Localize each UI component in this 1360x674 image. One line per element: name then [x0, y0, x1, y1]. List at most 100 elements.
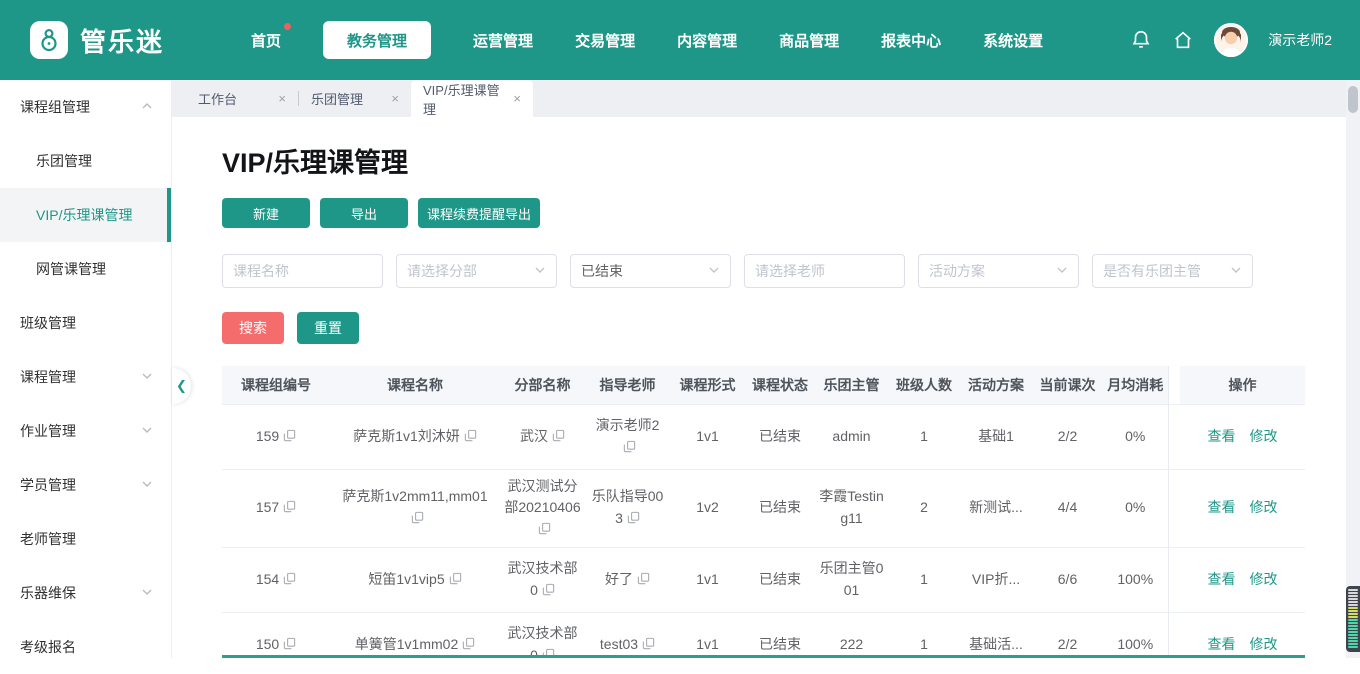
copy-icon[interactable]: [462, 637, 475, 650]
filter-select[interactable]: 已结束: [570, 254, 731, 288]
vertical-scrollbar-track[interactable]: [1346, 80, 1360, 658]
search-row: 搜索 重置: [222, 312, 1346, 344]
tab-label: 工作台: [198, 89, 237, 108]
filter-select[interactable]: 是否有乐团主管: [1092, 254, 1253, 288]
nav-item-label: 系统设置: [983, 30, 1043, 51]
sidebar-item[interactable]: 课程组管理: [0, 80, 171, 134]
filter-row: 课程名称请选择分部 已结束 请选择老师活动方案 是否有乐团主管: [222, 254, 1346, 288]
table-cell: 武汉测试分部20210406: [500, 469, 585, 547]
copy-icon[interactable]: [637, 572, 650, 585]
vertical-scrollbar-thumb[interactable]: [1348, 86, 1358, 113]
sidebar-item[interactable]: 班级管理: [0, 296, 171, 350]
widget-stripe: [1348, 616, 1358, 618]
sidebar-item-label: 学员管理: [20, 475, 76, 495]
sidebar-item[interactable]: 课程管理: [0, 350, 171, 404]
copy-icon[interactable]: [642, 637, 655, 650]
nav-item[interactable]: 报表中心: [881, 21, 941, 59]
reset-button[interactable]: 重置: [297, 312, 359, 344]
tab[interactable]: VIP/乐理课管理×: [411, 80, 533, 117]
chevron-down-icon: [534, 263, 546, 279]
nav-item[interactable]: 运营管理: [473, 21, 533, 59]
table-cell: 萨克斯1v1刘沐妍: [330, 404, 500, 469]
action-button[interactable]: 新建: [222, 198, 310, 228]
filter-placeholder: 是否有乐团主管: [1103, 261, 1201, 281]
sidebar-item-label: 班级管理: [20, 313, 76, 333]
action-button[interactable]: 导出: [320, 198, 408, 228]
table-row: 154短笛1v1vip5武汉技术部0好了1v1已结束乐团主管0011VIP折..…: [222, 547, 1305, 612]
nav-item[interactable]: 教务管理: [323, 21, 431, 59]
tab[interactable]: 乐团管理×: [299, 80, 411, 117]
table-cell: admin: [815, 404, 888, 469]
search-button[interactable]: 搜索: [222, 312, 284, 344]
cell-text: 6/6: [1058, 571, 1077, 587]
bell-icon[interactable]: [1130, 29, 1152, 51]
filter-value: 已结束: [581, 261, 623, 281]
chevron-down-icon: [141, 369, 153, 385]
copy-icon[interactable]: [283, 500, 296, 513]
sidebar-item-label: 考级报名: [20, 637, 76, 657]
sidebar-item[interactable]: 网管课管理: [0, 242, 171, 296]
copy-icon[interactable]: [542, 583, 555, 596]
nav-item[interactable]: 系统设置: [983, 21, 1043, 59]
filter-select[interactable]: 活动方案: [918, 254, 1079, 288]
edit-link[interactable]: 修改: [1250, 636, 1278, 652]
nav-item[interactable]: 交易管理: [575, 21, 635, 59]
action-button[interactable]: 课程续费提醒导出: [418, 198, 540, 228]
view-link[interactable]: 查看: [1208, 636, 1236, 652]
user-avatar[interactable]: [1214, 23, 1248, 57]
column-header: 课程名称: [330, 366, 500, 404]
table-cell: 乐队指导003: [585, 469, 670, 547]
copy-icon[interactable]: [283, 637, 296, 650]
sidebar-item-label: 老师管理: [20, 529, 76, 549]
column-header: 活动方案: [960, 366, 1032, 404]
sidebar-item[interactable]: 考级报名: [0, 620, 171, 674]
edit-link[interactable]: 修改: [1250, 428, 1278, 444]
copy-icon[interactable]: [283, 572, 296, 585]
nav-item[interactable]: 商品管理: [779, 21, 839, 59]
view-link[interactable]: 查看: [1208, 428, 1236, 444]
user-name[interactable]: 演示老师2: [1268, 30, 1332, 50]
cell-text: 1v2: [696, 499, 719, 515]
edit-link[interactable]: 修改: [1250, 571, 1278, 587]
view-link[interactable]: 查看: [1208, 571, 1236, 587]
cell-text: 0%: [1125, 499, 1145, 515]
sidebar-item[interactable]: 作业管理: [0, 404, 171, 458]
sidebar-item-label: 作业管理: [20, 421, 76, 441]
nav-item[interactable]: 内容管理: [677, 21, 737, 59]
filter-input[interactable]: 课程名称: [222, 254, 383, 288]
view-link[interactable]: 查看: [1208, 499, 1236, 515]
sidebar-item[interactable]: 乐器维保: [0, 566, 171, 620]
copy-icon[interactable]: [283, 429, 296, 442]
cell-text: admin: [832, 428, 870, 444]
copy-icon[interactable]: [552, 429, 565, 442]
sidebar-item[interactable]: 学员管理: [0, 458, 171, 512]
fixed-column-gap: [1168, 547, 1180, 612]
filter-select[interactable]: 请选择分部: [396, 254, 557, 288]
copy-icon[interactable]: [623, 440, 636, 453]
tab[interactable]: 工作台 ×: [186, 80, 298, 117]
table-cell: 1v2: [670, 469, 745, 547]
copy-icon[interactable]: [464, 429, 477, 442]
sidebar-item[interactable]: VIP/乐理课管理: [0, 188, 171, 242]
filter-input[interactable]: 请选择老师: [744, 254, 905, 288]
cell-text: 154: [256, 571, 279, 587]
tab-close-icon[interactable]: ×: [278, 91, 286, 106]
copy-icon[interactable]: [411, 511, 424, 524]
widget-stripe: [1348, 646, 1358, 648]
tab-close-icon[interactable]: ×: [391, 91, 399, 106]
table-cell: 已结束: [745, 404, 815, 469]
nav-item[interactable]: 首页: [251, 21, 281, 59]
browser-side-widget[interactable]: [1346, 586, 1360, 652]
sidebar-item[interactable]: 老师管理: [0, 512, 171, 566]
tab-close-icon[interactable]: ×: [513, 91, 521, 106]
sidebar-item[interactable]: 乐团管理: [0, 134, 171, 188]
home-icon[interactable]: [1172, 29, 1194, 51]
edit-link[interactable]: 修改: [1250, 499, 1278, 515]
table-cell: 1v1: [670, 547, 745, 612]
copy-icon[interactable]: [627, 511, 640, 524]
table-cell: 武汉技术部0: [500, 547, 585, 612]
copy-icon[interactable]: [538, 522, 551, 535]
cell-text: 萨克斯1v1刘沐妍: [353, 428, 460, 444]
app-logo[interactable]: 管乐迷: [30, 21, 164, 59]
copy-icon[interactable]: [449, 572, 462, 585]
